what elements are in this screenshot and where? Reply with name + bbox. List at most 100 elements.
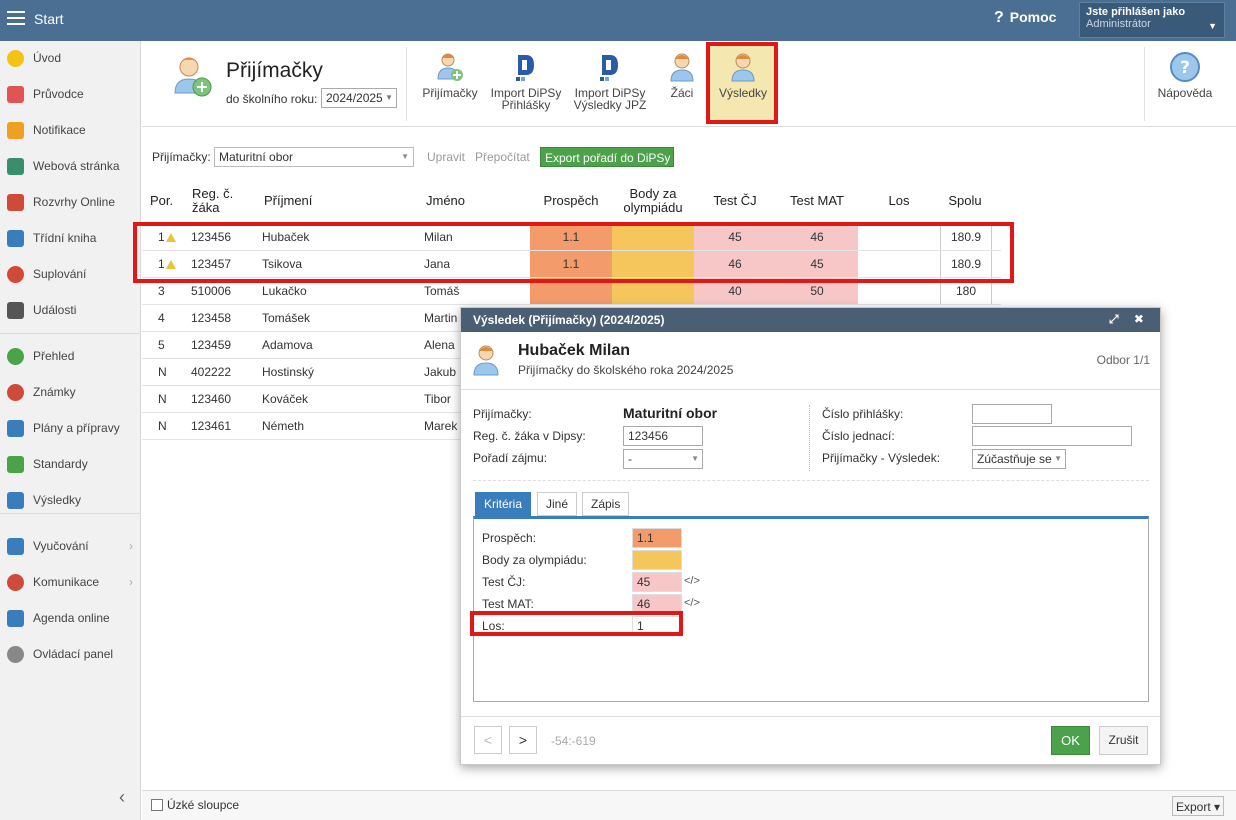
- table-row[interactable]: 1 123457 Tsikova Jana 1.1 46 45 180.9: [142, 251, 1001, 278]
- export-dipsy-button[interactable]: Export pořadí do DiPSy: [540, 147, 674, 167]
- reg-input[interactable]: 123456: [623, 426, 703, 446]
- person-icon: [731, 53, 755, 82]
- cell-spolu: 180.9: [940, 224, 992, 250]
- button-label: Žáci: [670, 86, 694, 100]
- record-range: -54:-619: [551, 734, 596, 748]
- chevron-down-icon: ▼: [1208, 21, 1217, 31]
- sidebar-item-label: Úvod: [33, 51, 62, 65]
- narrow-columns-toggle[interactable]: Úzké sloupce: [151, 798, 239, 812]
- dialog-controls[interactable]: ⤢ ✖: [1109, 312, 1150, 327]
- col-por[interactable]: Por.: [150, 194, 173, 208]
- col-testcj[interactable]: Test ČJ: [694, 194, 776, 208]
- prijimacky-value: Maturitní obor: [623, 405, 718, 421]
- ok-button[interactable]: OK: [1051, 726, 1090, 755]
- prijimacky-button[interactable]: Přijímačky: [418, 49, 482, 119]
- import-dipsy-prihlasky-button[interactable]: Import DiPSy Přihlášky: [488, 49, 564, 119]
- criteria-value[interactable]: 46: [632, 594, 682, 614]
- cell-jmeno-text: Alena: [424, 338, 455, 352]
- sidebar-item[interactable]: Události: [0, 298, 141, 324]
- sidebar-item[interactable]: Průvodce: [0, 82, 141, 108]
- cell-jmeno: Tomáš: [424, 278, 524, 304]
- prev-button[interactable]: <: [474, 726, 502, 754]
- checkbox[interactable]: [151, 799, 163, 811]
- sidebar-item[interactable]: Komunikace ›: [0, 570, 141, 596]
- cell-por: N: [158, 359, 182, 385]
- menu-icon[interactable]: [7, 11, 25, 25]
- col-body[interactable]: Body za olympiádu: [612, 187, 694, 215]
- code-icon[interactable]: </>: [684, 597, 700, 609]
- warning-icon: [165, 260, 176, 269]
- program-select[interactable]: Maturitní obor ▼: [214, 147, 414, 167]
- sidebar-item-label: Přehled: [33, 349, 75, 363]
- cislo-prihlasky-input[interactable]: [972, 404, 1052, 424]
- help-button[interactable]: ? Nápověda: [1152, 49, 1218, 119]
- sidebar-item-label: Standardy: [33, 457, 88, 471]
- code-icon[interactable]: </>: [684, 575, 700, 587]
- sidebar-item-label: Průvodce: [33, 87, 84, 101]
- criteria-label: Los:: [482, 619, 505, 633]
- tab-zapis[interactable]: Zápis: [582, 492, 630, 516]
- sidebar-item[interactable]: Notifikace: [0, 118, 141, 144]
- zaci-button[interactable]: Žáci: [662, 49, 702, 119]
- chevron-right-icon: ›: [129, 539, 133, 553]
- start-label[interactable]: Start: [34, 11, 64, 27]
- cislo-jednaci-input[interactable]: [972, 426, 1132, 446]
- cell-reg-text: 123457: [191, 257, 232, 271]
- cell-por-text: N: [158, 392, 167, 406]
- question-icon: ?: [1170, 52, 1200, 82]
- cell-reg-text: 123456: [191, 230, 232, 244]
- tab-jine[interactable]: Jiné: [537, 492, 578, 516]
- recalculate-link[interactable]: Přepočítat: [475, 150, 530, 164]
- sidebar-item[interactable]: Přehled: [0, 344, 141, 370]
- criteria-panel: Prospěch: 1.1 Body za olympiádu: Test ČJ: 45…: [473, 516, 1149, 702]
- export-button[interactable]: Export ▾: [1172, 796, 1224, 816]
- cancel-button[interactable]: Zrušit: [1099, 726, 1148, 755]
- vysledky-button[interactable]: Výsledky: [710, 45, 776, 123]
- col-prospech[interactable]: Prospěch: [530, 194, 612, 208]
- next-button[interactable]: >: [509, 726, 537, 754]
- col-los[interactable]: Los: [858, 194, 940, 208]
- tab-kriteria[interactable]: Kritéria: [475, 492, 532, 516]
- poradi-select[interactable]: - ▼: [623, 449, 703, 469]
- sidebar-item[interactable]: Úvod: [0, 46, 141, 72]
- cell-por: 5: [158, 332, 182, 358]
- collapse-sidebar-icon[interactable]: ‹: [119, 787, 125, 808]
- help-link[interactable]: ? Pomoc: [994, 9, 1056, 27]
- sidebar-item[interactable]: Výsledky: [0, 488, 141, 514]
- table-row[interactable]: 1 123456 Hubaček Milan 1.1 45 46 180.9: [142, 224, 1001, 251]
- cell-jmeno: Jana: [424, 251, 524, 277]
- poradi-label: Pořadí zájmu:: [473, 451, 548, 465]
- criteria-value[interactable]: 45: [632, 572, 682, 592]
- cell-por-text: 4: [158, 311, 165, 325]
- col-spolu[interactable]: Spolu: [940, 194, 990, 208]
- criteria-value[interactable]: 1: [632, 616, 682, 636]
- sidebar-item[interactable]: Suplování: [0, 262, 141, 288]
- button-label: Přijímačky: [422, 86, 478, 100]
- open-book-icon: [7, 538, 24, 555]
- toolbar: Přijímačky do školního roku: 2024/2025 ▼ …: [142, 41, 1236, 127]
- sidebar-item[interactable]: Plány a přípravy: [0, 416, 141, 442]
- sidebar-item[interactable]: Standardy: [0, 452, 141, 478]
- col-prijmeni[interactable]: Příjmení: [264, 194, 312, 208]
- import-dipsy-vysledky-button[interactable]: Import DiPSy Výsledky JPZ: [572, 49, 648, 119]
- sidebar-item[interactable]: Známky: [0, 380, 141, 406]
- sidebar-item[interactable]: Rozvrhy Online: [0, 190, 141, 216]
- table-row[interactable]: 3 510006 Lukačko Tomáš 40 50 180: [142, 278, 1001, 305]
- sidebar-item[interactable]: Agenda online: [0, 606, 141, 632]
- col-reg[interactable]: Reg. č. žáka: [192, 187, 233, 215]
- criteria-value[interactable]: 1.1: [632, 528, 682, 548]
- button-label: Výsledky JPZ: [573, 98, 647, 112]
- cell-por-text: 1: [158, 257, 165, 271]
- col-jmeno[interactable]: Jméno: [426, 194, 465, 208]
- sidebar-item[interactable]: Webová stránka: [0, 154, 141, 180]
- edit-link[interactable]: Upravit: [427, 150, 465, 164]
- user-menu[interactable]: Jste přihlášen jako Administrátor ▼: [1079, 2, 1225, 38]
- sidebar-item[interactable]: Třídní kniha: [0, 226, 141, 252]
- sidebar-item[interactable]: Ovládací panel: [0, 642, 141, 668]
- col-testmat[interactable]: Test MAT: [776, 194, 858, 208]
- vysledek-select[interactable]: Zúčastňuje se ▼: [972, 449, 1066, 469]
- criteria-value[interactable]: [632, 550, 682, 570]
- sidebar-item[interactable]: Vyučování ›: [0, 534, 141, 560]
- year-select[interactable]: 2024/2025 ▼: [321, 88, 397, 108]
- cell-jmeno-text: Martin: [424, 311, 458, 325]
